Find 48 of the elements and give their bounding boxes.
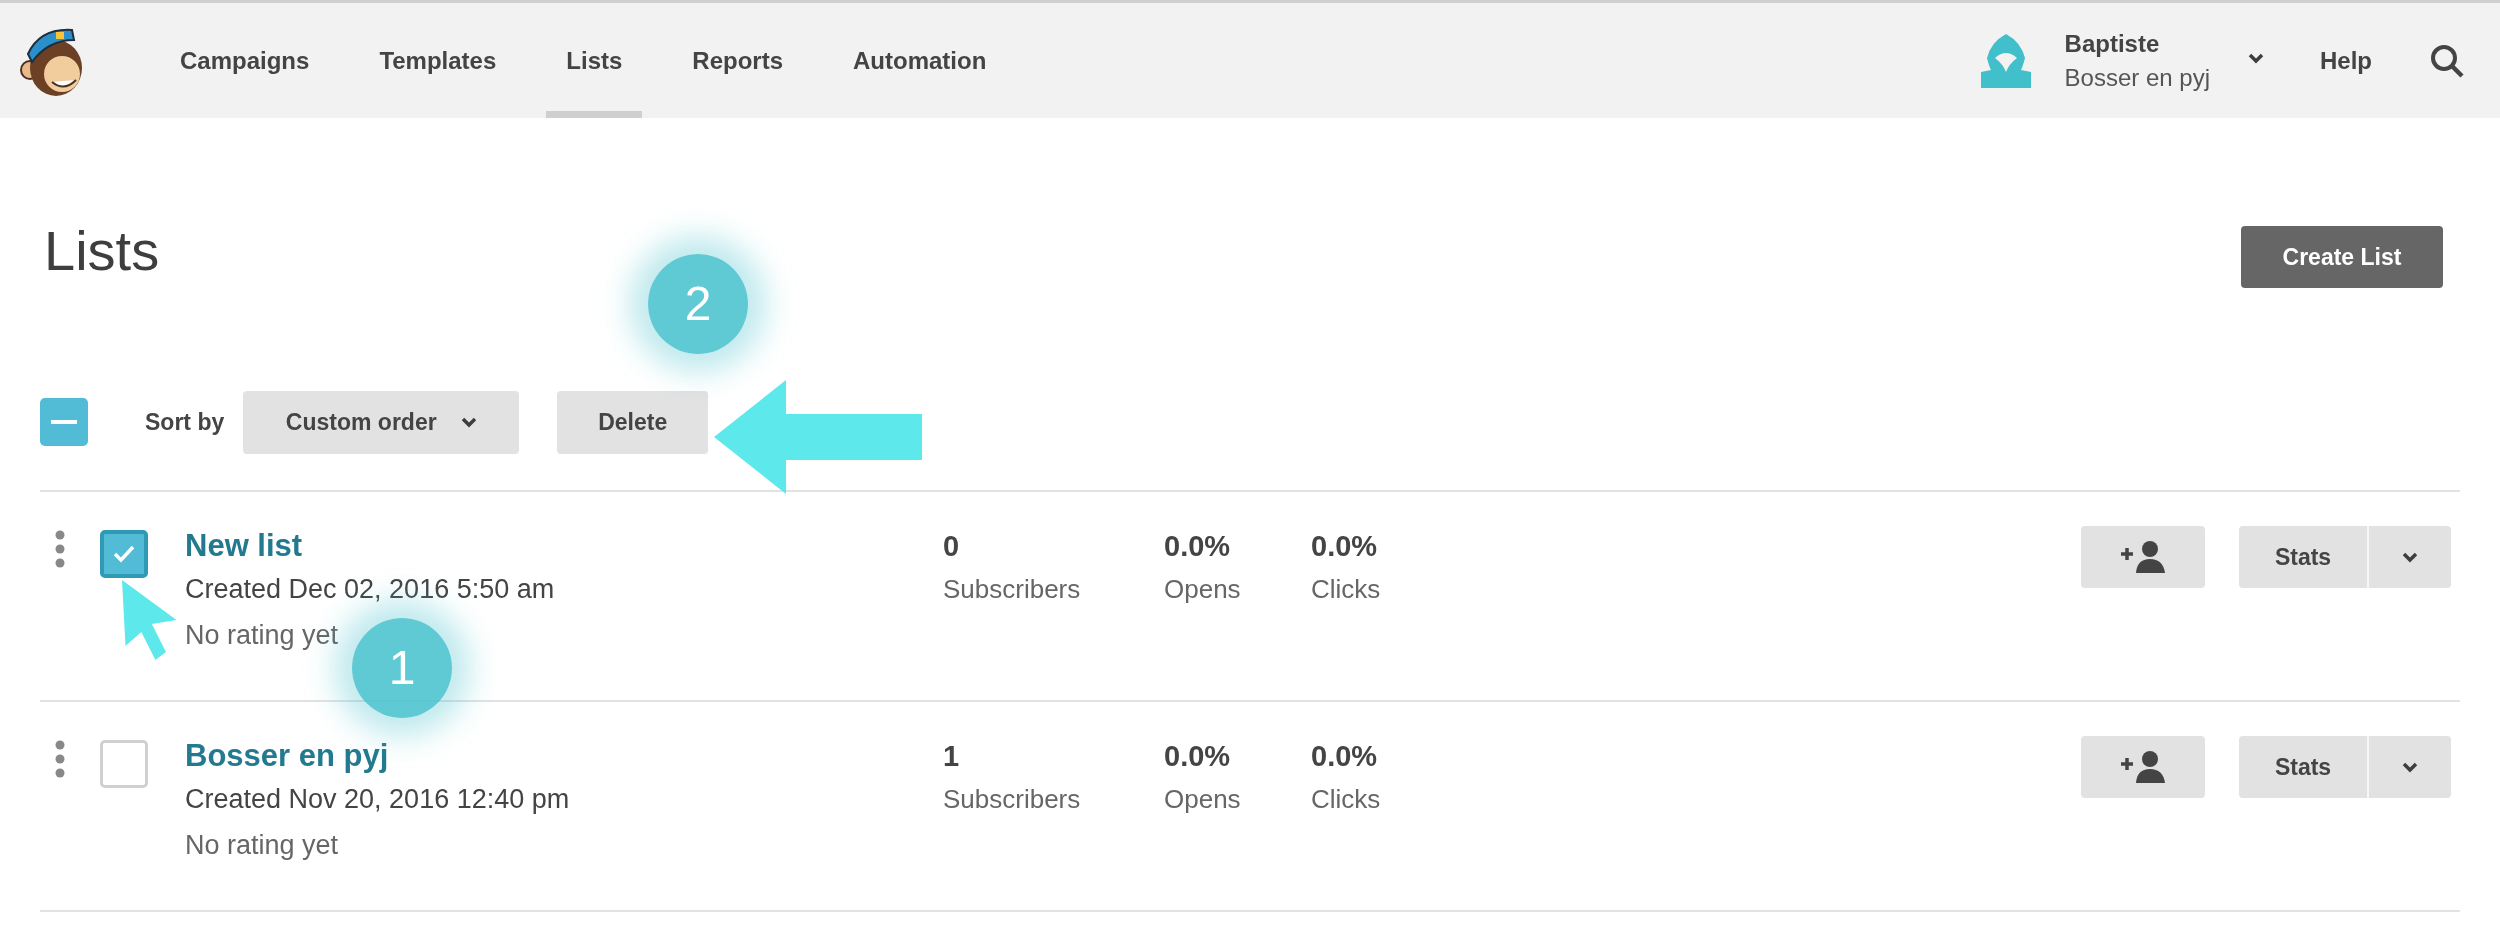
drag-handle-icon[interactable] [55, 530, 65, 568]
stat-value: 0.0% [1311, 739, 1378, 774]
list-created-date: Created Nov 20, 2016 12:40 pm [185, 783, 570, 816]
stat-label: Clicks [1311, 783, 1381, 816]
list-name-link[interactable]: New list [185, 526, 303, 566]
caret-icon [2402, 761, 2418, 773]
stat-value: 0.0% [1311, 529, 1378, 564]
stat-label: Opens [1164, 573, 1241, 606]
add-subscriber-button[interactable] [2081, 736, 2205, 798]
account-name: Baptiste [2064, 28, 2161, 59]
stat-label: Clicks [1311, 573, 1381, 606]
add-person-icon [2119, 750, 2167, 784]
list-created-date: Created Dec 02, 2016 5:50 am [185, 573, 555, 606]
nav-tab[interactable]: Automation [833, 3, 1007, 118]
caret-icon [460, 416, 477, 428]
account-caret-icon [2248, 53, 2264, 64]
create-list-button[interactable]: Create List [2241, 226, 2443, 288]
page-title: Lists [44, 219, 160, 283]
row-checkbox[interactable] [100, 530, 148, 578]
nav-tab[interactable]: Templates [359, 3, 517, 118]
drag-handle-icon[interactable] [55, 740, 65, 778]
account-organization: Bosser en pyj [2064, 62, 2210, 93]
search-icon[interactable] [2430, 43, 2464, 78]
stat-value: 0.0% [1164, 529, 1231, 564]
help-link[interactable]: Help [2320, 42, 2372, 79]
nav-tab[interactable]: Campaigns [160, 3, 330, 118]
stat-value: 0.0% [1164, 739, 1231, 774]
add-subscriber-button[interactable] [2081, 526, 2205, 588]
stat-label: Opens [1164, 783, 1241, 816]
stat-label: Subscribers [943, 783, 1081, 816]
stat-label: Subscribers [943, 573, 1081, 606]
stat-value: 1 [943, 739, 960, 774]
nav-tab[interactable]: Reports [672, 3, 803, 118]
row-checkbox[interactable] [100, 740, 148, 788]
step-number-badge: 2 [648, 254, 748, 354]
step-number-badge: 1 [352, 618, 452, 718]
nav-tab[interactable]: Lists [546, 3, 643, 118]
list-rating: No rating yet [185, 619, 339, 652]
delete-button[interactable]: Delete [557, 390, 709, 454]
sort-dropdown[interactable]: Custom order [243, 390, 520, 454]
add-person-icon [2119, 540, 2167, 574]
caret-icon [2402, 551, 2418, 563]
stat-value: 0 [943, 529, 960, 564]
list-name-link[interactable]: Bosser en pyj [185, 736, 389, 776]
select-all-checkbox[interactable] [40, 398, 88, 446]
checkmark-icon [112, 544, 136, 564]
list-rating: No rating yet [185, 829, 339, 862]
sort-label: Sort by [145, 407, 225, 437]
